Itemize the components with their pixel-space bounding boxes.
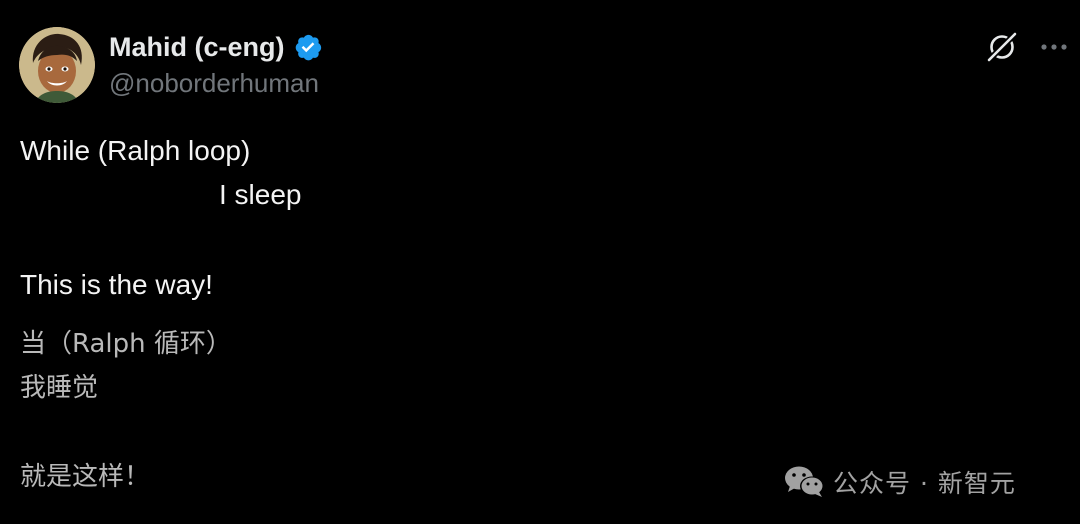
more-options-icon[interactable] — [1037, 33, 1071, 61]
tweet-text-line-3: This is the way! — [20, 269, 213, 300]
watermark-text: 公众号 · 新智元 — [833, 469, 1016, 498]
author-display-name[interactable]: Mahid (c-eng) — [109, 32, 285, 63]
author-name-row: Mahid (c-eng) — [109, 30, 323, 64]
translation-line-1: 当（Ralph 循环） — [20, 329, 232, 359]
wechat-icon — [783, 464, 827, 500]
author-handle[interactable]: @noborderhuman — [109, 68, 319, 99]
grok-icon[interactable] — [985, 30, 1019, 64]
tweet-text-line-1: While (Ralph loop) — [20, 135, 251, 166]
translation-line-2: 我睡觉 — [20, 373, 99, 403]
watermark: 公众号 · 新智元 — [783, 462, 1016, 502]
avatar-image — [19, 27, 95, 103]
avatar[interactable] — [19, 27, 95, 103]
translation-line-3: 就是这样！ — [20, 462, 151, 492]
tweet-text-line-2: I sleep — [219, 179, 302, 210]
verified-badge-icon — [293, 32, 323, 62]
